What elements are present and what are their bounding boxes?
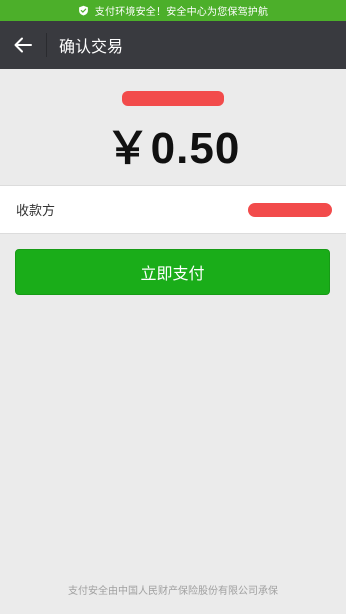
insurance-footer: 支付安全由中国人民财产保险股份有限公司承保 bbox=[68, 586, 278, 597]
back-button[interactable] bbox=[0, 21, 46, 69]
shield-check-icon bbox=[78, 5, 89, 16]
payment-amount: ￥0.50 bbox=[105, 124, 241, 173]
payee-row: 收款方 bbox=[0, 185, 346, 234]
merchant-name-redacted bbox=[122, 91, 224, 106]
security-banner: 支付环境安全！安全中心为您保驾护航 bbox=[0, 0, 346, 21]
payee-label: 收款方 bbox=[16, 204, 56, 219]
payee-name-redacted bbox=[248, 202, 332, 217]
security-banner-text: 支付环境安全！安全中心为您保驾护航 bbox=[94, 7, 269, 18]
nav-bar: 确认交易 bbox=[0, 21, 346, 69]
arrow-left-icon bbox=[14, 37, 32, 53]
payment-confirm-screen: 支付环境安全！安全中心为您保驾护航 确认交易 ￥0.50 收款方 立即支付 支付… bbox=[0, 0, 346, 614]
pay-now-button[interactable]: 立即支付 bbox=[15, 249, 330, 295]
page-title: 确认交易 bbox=[59, 37, 124, 56]
nav-divider bbox=[46, 33, 47, 57]
